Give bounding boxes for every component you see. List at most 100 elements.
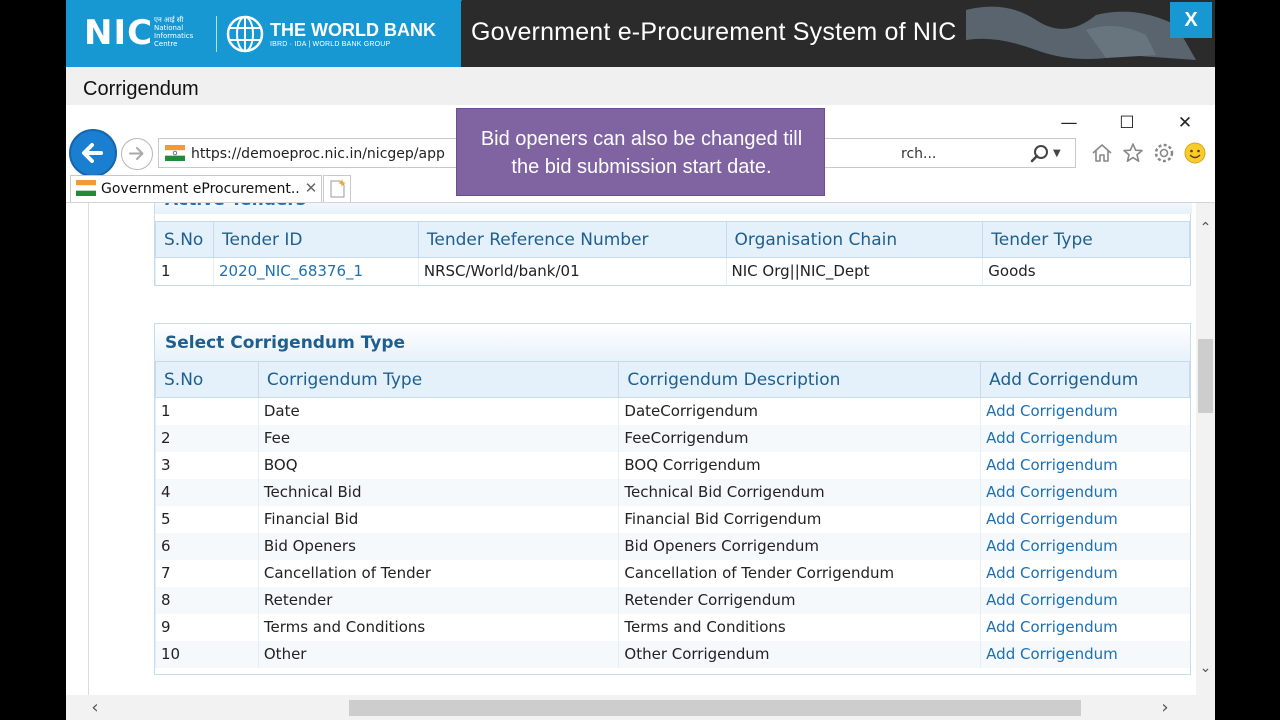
home-icon[interactable] bbox=[1090, 141, 1114, 165]
column-header: Organisation Chain bbox=[725, 221, 984, 258]
new-tab-button[interactable] bbox=[323, 175, 351, 202]
scroll-up-icon[interactable]: ⌃ bbox=[1198, 221, 1213, 235]
column-header: Tender Reference Number bbox=[417, 221, 727, 258]
sno-cell: 3 bbox=[155, 451, 259, 479]
corrigendum-type-cell: Cancellation of Tender bbox=[257, 559, 619, 587]
corrigendum-description-cell: Technical Bid Corrigendum bbox=[618, 478, 981, 506]
sno-cell: 4 bbox=[155, 478, 259, 506]
corrigendum-type-cell: Date bbox=[257, 397, 619, 425]
tab-government-eprocurement[interactable]: Government eProcurement... ✕ bbox=[70, 175, 322, 202]
table-row: 4 Technical Bid Technical Bid Corrigendu… bbox=[155, 478, 1190, 506]
add-corrigendum-link[interactable]: Add Corrigendum bbox=[980, 559, 1190, 587]
tender-ref-cell: NRSC/World/bank/01 bbox=[417, 257, 727, 285]
corrigendum-type-cell: Financial Bid bbox=[257, 505, 619, 533]
india-flag-icon bbox=[165, 145, 185, 161]
add-corrigendum-link[interactable]: Add Corrigendum bbox=[980, 532, 1190, 560]
active-tenders-section: Active Tenders S.No Tender ID Tender Ref… bbox=[154, 203, 1192, 286]
column-header: Tender ID bbox=[212, 221, 419, 258]
table-row: 9 Terms and Conditions Terms and Conditi… bbox=[155, 613, 1190, 641]
nic-logo: NIC bbox=[84, 13, 154, 53]
table-row: 5 Financial Bid Financial Bid Corrigendu… bbox=[155, 505, 1190, 533]
star-icon[interactable] bbox=[1121, 141, 1145, 165]
window-title: Corrigendum bbox=[83, 78, 199, 100]
app-banner: NIC एन आई सी National Informatics Centre… bbox=[66, 0, 1215, 67]
tab-title: Government eProcurement... bbox=[101, 181, 301, 197]
sno-cell: 5 bbox=[155, 505, 259, 533]
screen: NIC एन आई सी National Informatics Centre… bbox=[66, 0, 1215, 720]
column-header: Corrigendum Description bbox=[618, 361, 982, 398]
tender-type-cell: Goods bbox=[982, 257, 1190, 285]
window-close-button[interactable]: ✕ bbox=[1172, 111, 1198, 135]
vertical-scrollbar[interactable]: ⌃ ⌄ bbox=[1196, 203, 1215, 695]
active-tenders-header: Active Tenders bbox=[155, 203, 1192, 214]
corrigendum-type-cell: Bid Openers bbox=[257, 532, 619, 560]
browser-toolbar-icons bbox=[1090, 141, 1210, 167]
corrigendum-description-cell: Other Corrigendum bbox=[618, 640, 981, 668]
back-button[interactable] bbox=[69, 129, 117, 177]
active-tenders-table: S.No Tender ID Tender Reference Number O… bbox=[155, 221, 1190, 285]
add-corrigendum-link[interactable]: Add Corrigendum bbox=[980, 505, 1190, 533]
scroll-down-icon[interactable]: ⌄ bbox=[1198, 661, 1213, 675]
table-row: 10 Other Other Corrigendum Add Corrigend… bbox=[155, 640, 1190, 668]
horizontal-scrollbar[interactable]: ‹ › bbox=[66, 695, 1215, 720]
add-corrigendum-link[interactable]: Add Corrigendum bbox=[980, 613, 1190, 641]
search-icon[interactable] bbox=[1029, 143, 1051, 165]
sno-cell: 10 bbox=[155, 640, 259, 668]
callout-text: Bid openers can also be changed till the… bbox=[480, 128, 803, 178]
table-row: 8 Retender Retender Corrigendum Add Corr… bbox=[155, 586, 1190, 614]
forward-arrow-icon bbox=[129, 147, 144, 160]
page-border bbox=[88, 203, 89, 695]
table-row: 1 Date DateCorrigendum Add Corrigendum bbox=[155, 397, 1190, 425]
forward-button[interactable] bbox=[121, 138, 153, 170]
sno-cell: 9 bbox=[155, 613, 259, 641]
smiley-feedback-icon[interactable] bbox=[1183, 141, 1207, 165]
corrigendum-description-cell: DateCorrigendum bbox=[618, 397, 981, 425]
org-chain-cell: NIC Org||NIC_Dept bbox=[725, 257, 983, 285]
scroll-left-icon[interactable]: ‹ bbox=[86, 698, 104, 718]
world-bank-subtitle: IBRD · IDA | WORLD BANK GROUP bbox=[270, 41, 391, 48]
close-button[interactable]: X bbox=[1170, 2, 1212, 38]
corrigendum-type-table: S.No Corrigendum Type Corrigendum Descri… bbox=[155, 361, 1190, 668]
add-corrigendum-link[interactable]: Add Corrigendum bbox=[980, 424, 1190, 452]
corrigendum-description-cell: Terms and Conditions bbox=[618, 613, 981, 641]
column-header: S.No bbox=[155, 361, 259, 398]
window-title-bar: Corrigendum bbox=[66, 67, 1215, 105]
add-corrigendum-link[interactable]: Add Corrigendum bbox=[980, 478, 1190, 506]
add-corrigendum-link[interactable]: Add Corrigendum bbox=[980, 640, 1190, 668]
world-bank-globe-icon bbox=[226, 15, 264, 53]
back-arrow-icon bbox=[82, 143, 103, 163]
vertical-scroll-thumb[interactable] bbox=[1198, 339, 1213, 413]
add-corrigendum-link[interactable]: Add Corrigendum bbox=[980, 586, 1190, 614]
select-corrigendum-section: Select Corrigendum Type S.No Corrigendum… bbox=[154, 323, 1191, 675]
active-tenders-heading: Active Tenders bbox=[165, 203, 306, 211]
sno-cell: 1 bbox=[155, 397, 259, 425]
horizontal-scroll-thumb[interactable] bbox=[349, 700, 1081, 716]
maximize-button[interactable]: ☐ bbox=[1114, 111, 1140, 135]
column-header: S.No bbox=[155, 221, 214, 258]
sno-cell: 8 bbox=[155, 586, 259, 614]
table-row: 2 Fee FeeCorrigendum Add Corrigendum bbox=[155, 424, 1190, 452]
corrigendum-description-cell: Cancellation of Tender Corrigendum bbox=[618, 559, 981, 587]
india-flag-icon bbox=[76, 180, 96, 196]
minimize-button[interactable]: — bbox=[1056, 111, 1082, 135]
chevron-down-icon[interactable]: ▼ bbox=[1053, 145, 1061, 163]
add-corrigendum-link[interactable]: Add Corrigendum bbox=[980, 397, 1190, 425]
table-row: 1 2020_NIC_68376_1 NRSC/World/bank/01 NI… bbox=[155, 257, 1190, 285]
table-row: 3 BOQ BOQ Corrigendum Add Corrigendum bbox=[155, 451, 1190, 479]
corrigendum-description-cell: BOQ Corrigendum bbox=[618, 451, 981, 479]
scroll-right-icon[interactable]: › bbox=[1156, 698, 1174, 718]
add-corrigendum-link[interactable]: Add Corrigendum bbox=[980, 451, 1190, 479]
corrigendum-description-cell: FeeCorrigendum bbox=[618, 424, 981, 452]
url-text: https://demoeproc.nic.in/nicgep/app bbox=[191, 146, 445, 162]
corrigendum-description-cell: Bid Openers Corrigendum bbox=[618, 532, 981, 560]
corrigendum-type-cell: Terms and Conditions bbox=[257, 613, 619, 641]
tender-id-link[interactable]: 2020_NIC_68376_1 bbox=[212, 257, 419, 285]
search-input[interactable]: rch... bbox=[901, 145, 936, 163]
world-bank-name: THE WORLD BANK bbox=[270, 20, 436, 40]
corrigendum-type-cell: Technical Bid bbox=[257, 478, 619, 506]
sno-cell: 7 bbox=[155, 559, 259, 587]
tab-close-icon[interactable]: ✕ bbox=[303, 178, 319, 198]
column-header: Add Corrigendum bbox=[980, 361, 1190, 398]
gear-icon[interactable] bbox=[1152, 141, 1176, 165]
column-header: Corrigendum Type bbox=[257, 361, 620, 398]
